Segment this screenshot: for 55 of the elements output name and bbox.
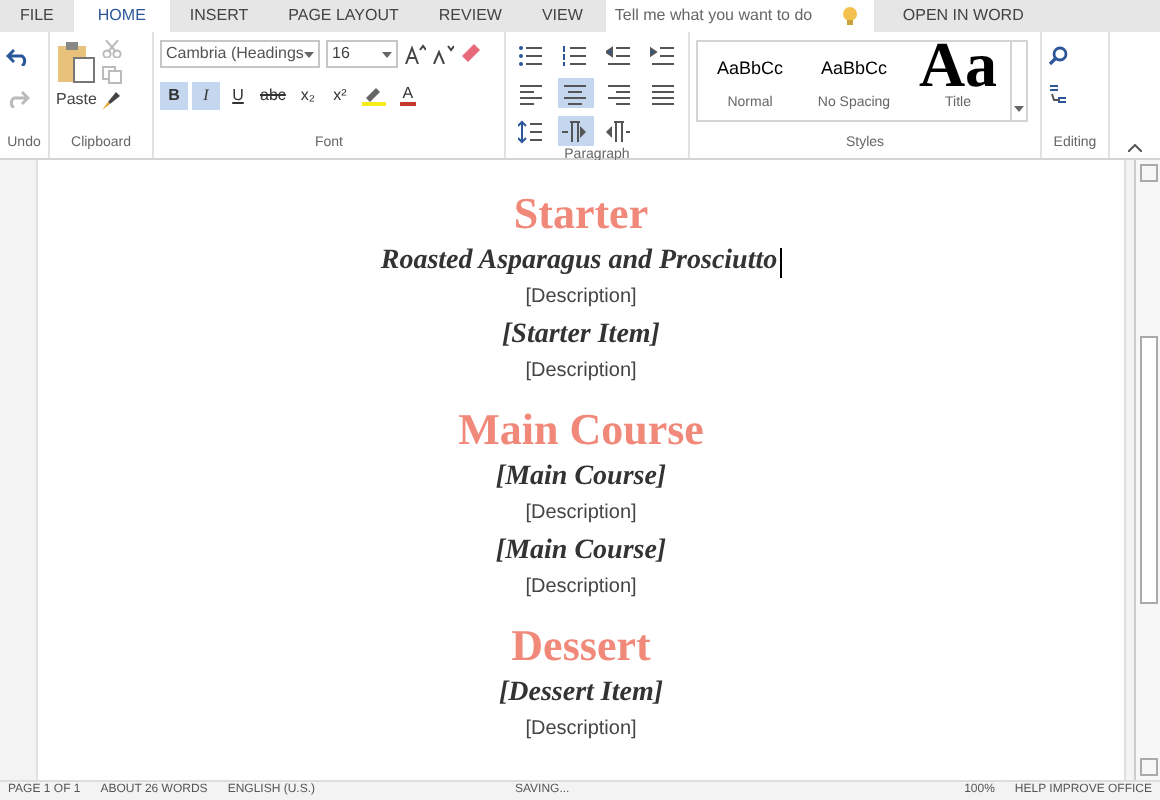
menu-item-description: [Description] <box>525 716 637 744</box>
undo-icon[interactable] <box>6 46 30 66</box>
font-superscript-button[interactable]: x² <box>325 82 354 110</box>
font-underline-button[interactable]: U <box>224 82 252 110</box>
bullets-icon[interactable] <box>518 43 545 67</box>
ribbon-tab[interactable]: FILE <box>0 0 74 32</box>
paintbrush-icon[interactable] <box>102 92 123 110</box>
clipboard-icon[interactable] <box>56 40 97 84</box>
caret-icon[interactable] <box>304 51 314 57</box>
caret-icon[interactable] <box>1014 106 1024 112</box>
scrollbar[interactable] <box>1134 160 1160 780</box>
section-heading: Main Course <box>458 404 704 456</box>
search-icon[interactable] <box>1048 46 1068 66</box>
menu-item-title: [Starter Item] <box>502 318 660 354</box>
menu-item-title: [Main Course] <box>495 460 667 496</box>
indent-icon[interactable] <box>649 43 676 67</box>
menu-item-title: [Dessert Item] <box>498 676 664 712</box>
shrink-font-icon[interactable] <box>432 44 454 64</box>
section-heading: Starter <box>513 188 649 240</box>
search-field[interactable]: Tell me what you want to do <box>606 0 827 32</box>
outdent-icon[interactable] <box>605 43 632 67</box>
numbering-icon[interactable] <box>562 43 589 67</box>
section-heading: Dessert <box>511 620 651 672</box>
font-strike-button[interactable]: abc <box>256 82 290 110</box>
menu-item-title: Roasted Asparagus and Prosciutto <box>380 244 778 280</box>
justify-icon[interactable] <box>649 81 676 105</box>
collapse-ribbon-icon[interactable] <box>1128 144 1142 152</box>
font-italic-button[interactable]: I <box>192 82 220 110</box>
line-spacing-icon[interactable] <box>518 119 545 143</box>
caret-icon[interactable] <box>382 51 392 57</box>
open-in-word-tab[interactable]: OPEN IN WORD <box>874 0 1052 32</box>
font-bold-button[interactable]: B <box>160 82 188 110</box>
ribbon-tab[interactable]: HOME <box>73 0 170 32</box>
menu-item-description: [Description] <box>525 574 637 602</box>
menu-item-description: [Description] <box>525 500 637 528</box>
font-font-color-button[interactable]: A <box>393 82 422 110</box>
ribbon-tab[interactable]: VIEW <box>521 0 603 32</box>
scroll-thumb[interactable] <box>1139 336 1157 604</box>
align-center-icon[interactable] <box>562 81 589 105</box>
ribbon-tab[interactable]: PAGE LAYOUT <box>268 0 419 32</box>
ltr-icon[interactable] <box>562 119 589 143</box>
rtl-icon[interactable] <box>605 119 632 143</box>
font-size-dropdown[interactable]: 16 <box>326 40 398 68</box>
ribbon-tab[interactable]: INSERT <box>169 0 269 32</box>
menu-item-title: [Main Course] <box>495 534 667 570</box>
font-subscript-button[interactable]: x₂ <box>293 82 322 110</box>
ribbon-tab[interactable]: REVIEW <box>418 0 522 32</box>
font-name-dropdown[interactable]: Cambria (Headings <box>160 40 320 68</box>
paste-button[interactable]: Paste <box>56 40 97 112</box>
align-left-icon[interactable] <box>518 81 545 105</box>
replace-icon[interactable] <box>1048 84 1068 104</box>
menu-item-description: [Description] <box>525 284 637 312</box>
menu-item-description: [Description] <box>525 358 637 386</box>
grow-font-icon[interactable] <box>404 44 426 64</box>
align-right-icon[interactable] <box>605 81 632 105</box>
